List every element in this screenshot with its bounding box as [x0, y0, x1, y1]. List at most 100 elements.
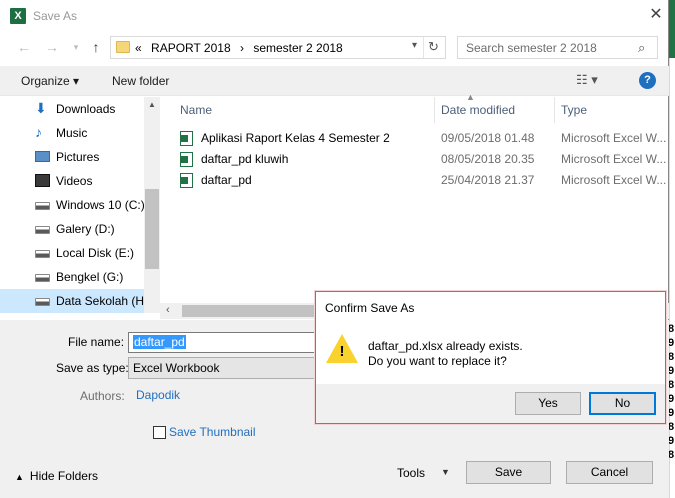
- nav-item-data-sekolah-h[interactable]: Data Sekolah (H:: [0, 289, 148, 313]
- nav-item-windows-10-c[interactable]: Windows 10 (C:): [0, 193, 145, 217]
- cancel-button[interactable]: Cancel: [566, 461, 653, 484]
- nav-item-label: Galery (D:): [56, 222, 115, 236]
- breadcrumb-overflow[interactable]: «: [135, 41, 142, 55]
- file-name-input[interactable]: daftar_pd: [128, 332, 328, 353]
- address-bar[interactable]: « RAPORT 2018 › semester 2 2018 ▾ ↻: [110, 36, 446, 59]
- download-icon: ⬇: [35, 100, 47, 116]
- excel-ribbon-strip: [669, 0, 675, 58]
- file-name: daftar_pd: [201, 173, 252, 187]
- search-placeholder: Search semester 2 2018: [466, 41, 597, 55]
- window-title: Save As: [33, 9, 78, 23]
- save-as-type-label: Save as type:: [56, 361, 129, 375]
- scroll-up-icon[interactable]: ▲: [148, 100, 156, 109]
- address-dropdown-icon[interactable]: ▾: [412, 40, 417, 51]
- file-date: 08/05/2018 20.35: [441, 152, 535, 166]
- breadcrumb: « RAPORT 2018 › semester 2 2018: [135, 41, 349, 55]
- nav-item-label: Windows 10 (C:): [56, 198, 145, 212]
- file-row[interactable]: Aplikasi Raport Kelas 4 Semester 2 09/05…: [166, 128, 669, 149]
- hide-folders-button[interactable]: ▲ Hide Folders: [15, 469, 98, 483]
- save-thumbnail-checkbox[interactable]: [153, 426, 166, 439]
- authors-label: Authors:: [80, 389, 125, 403]
- authors-field[interactable]: Dapodik: [136, 388, 180, 402]
- address-divider: [423, 37, 424, 58]
- nav-item-galery-d[interactable]: Galery (D:): [0, 217, 145, 241]
- drive-icon: [35, 250, 50, 258]
- folder-icon: [116, 41, 130, 53]
- sort-ascending-icon: ▲: [466, 92, 475, 102]
- tools-menu[interactable]: Tools: [397, 466, 425, 480]
- breadcrumb-semester-2-2018[interactable]: semester 2 2018: [253, 41, 342, 55]
- recent-locations-chevron-icon[interactable]: ▾: [67, 38, 85, 56]
- file-row[interactable]: daftar_pd kluwih 08/05/2018 20.35 Micros…: [166, 149, 669, 170]
- save-button[interactable]: Save: [466, 461, 551, 484]
- chevron-up-icon: ▲: [15, 472, 24, 482]
- breadcrumb-raport-2018[interactable]: RAPORT 2018: [151, 41, 231, 55]
- close-icon[interactable]: ✕: [646, 5, 666, 25]
- file-row[interactable]: daftar_pd 25/04/2018 21.37 Microsoft Exc…: [166, 170, 669, 191]
- organize-menu[interactable]: Organize ▾: [21, 74, 79, 88]
- file-date: 25/04/2018 21.37: [441, 173, 535, 187]
- file-name-value: daftar_pd: [133, 335, 186, 349]
- command-bar: Organize ▾ New folder ☷ ▾ ?: [0, 66, 669, 96]
- yes-button[interactable]: Yes: [515, 392, 581, 415]
- tools-dropdown-icon[interactable]: ▼: [441, 467, 450, 477]
- column-header-type[interactable]: Type: [561, 103, 587, 117]
- help-icon[interactable]: ?: [639, 72, 656, 89]
- search-icon[interactable]: ⌕: [638, 40, 645, 56]
- column-divider[interactable]: [434, 97, 435, 123]
- music-icon: ♪: [35, 124, 42, 140]
- file-date: 09/05/2018 01.48: [441, 131, 535, 145]
- nav-item-label: Videos: [56, 174, 93, 188]
- confirm-message-line1: daftar_pd.xlsx already exists.: [368, 339, 523, 353]
- warning-exclamation: !: [339, 343, 345, 360]
- save-as-type-select[interactable]: Excel Workbook: [128, 357, 328, 379]
- file-type: Microsoft Excel W...: [561, 131, 667, 145]
- column-header-date-modified[interactable]: Date modified: [441, 103, 515, 117]
- up-arrow-icon[interactable]: ↑: [87, 38, 105, 56]
- navigation-pane: ⬇ Downloads ♪ Music Pictures Videos Wind…: [0, 97, 160, 313]
- scroll-left-icon[interactable]: ‹: [166, 304, 170, 316]
- drive-icon: [35, 202, 50, 210]
- confirm-save-as-dialog: Confirm Save As ! daftar_pd.xlsx already…: [315, 291, 666, 424]
- nav-item-bengkel-g[interactable]: Bengkel (G:): [0, 265, 145, 289]
- excel-file-icon: [180, 131, 193, 146]
- file-type: Microsoft Excel W...: [561, 173, 667, 187]
- nav-item-pictures[interactable]: Pictures: [0, 145, 145, 169]
- nav-item-label: Data Sekolah (H:: [56, 294, 148, 308]
- nav-item-label: Bengkel (G:): [56, 270, 124, 284]
- drive-icon: [35, 226, 50, 234]
- no-button[interactable]: No: [589, 392, 656, 415]
- nav-item-local-disk-e[interactable]: Local Disk (E:): [0, 241, 145, 265]
- nav-item-label: Pictures: [56, 150, 100, 164]
- back-arrow-icon[interactable]: ←: [15, 38, 33, 56]
- search-input[interactable]: Search semester 2 2018 ⌕: [457, 36, 658, 59]
- confirm-title: Confirm Save As: [325, 301, 415, 315]
- excel-file-icon: [180, 173, 193, 188]
- excel-cell-digits: 89 89 89 98 98: [668, 323, 675, 461]
- videos-icon: [35, 174, 50, 187]
- confirm-button-bar: Yes No: [316, 384, 665, 423]
- drive-icon: [35, 298, 50, 306]
- file-type: Microsoft Excel W...: [561, 152, 667, 166]
- file-name-label: File name:: [68, 335, 125, 349]
- title-bar: X Save As ✕: [0, 0, 669, 32]
- refresh-icon[interactable]: ↻: [428, 39, 439, 55]
- scrollbar-thumb[interactable]: [145, 189, 159, 269]
- nav-item-label: Downloads: [56, 102, 116, 116]
- breadcrumb-separator-icon[interactable]: ›: [240, 41, 244, 55]
- scrollbar-thumb[interactable]: [182, 305, 322, 317]
- new-folder-button[interactable]: New folder: [112, 74, 169, 88]
- navigation-scrollbar[interactable]: ▲: [144, 97, 160, 313]
- column-divider[interactable]: [554, 97, 555, 123]
- nav-item-videos[interactable]: Videos: [0, 169, 145, 193]
- change-view-icon[interactable]: ☷ ▾: [576, 72, 598, 88]
- excel-icon: X: [10, 8, 26, 24]
- save-as-type-value: Excel Workbook: [133, 361, 220, 375]
- drive-icon: [35, 274, 50, 282]
- save-thumbnail-label[interactable]: Save Thumbnail: [169, 425, 256, 439]
- nav-item-music[interactable]: ♪ Music: [0, 121, 145, 145]
- nav-item-downloads[interactable]: ⬇ Downloads: [0, 97, 145, 121]
- column-header-name[interactable]: Name: [180, 103, 212, 117]
- forward-arrow-icon[interactable]: →: [43, 38, 61, 56]
- file-name: daftar_pd kluwih: [201, 152, 289, 166]
